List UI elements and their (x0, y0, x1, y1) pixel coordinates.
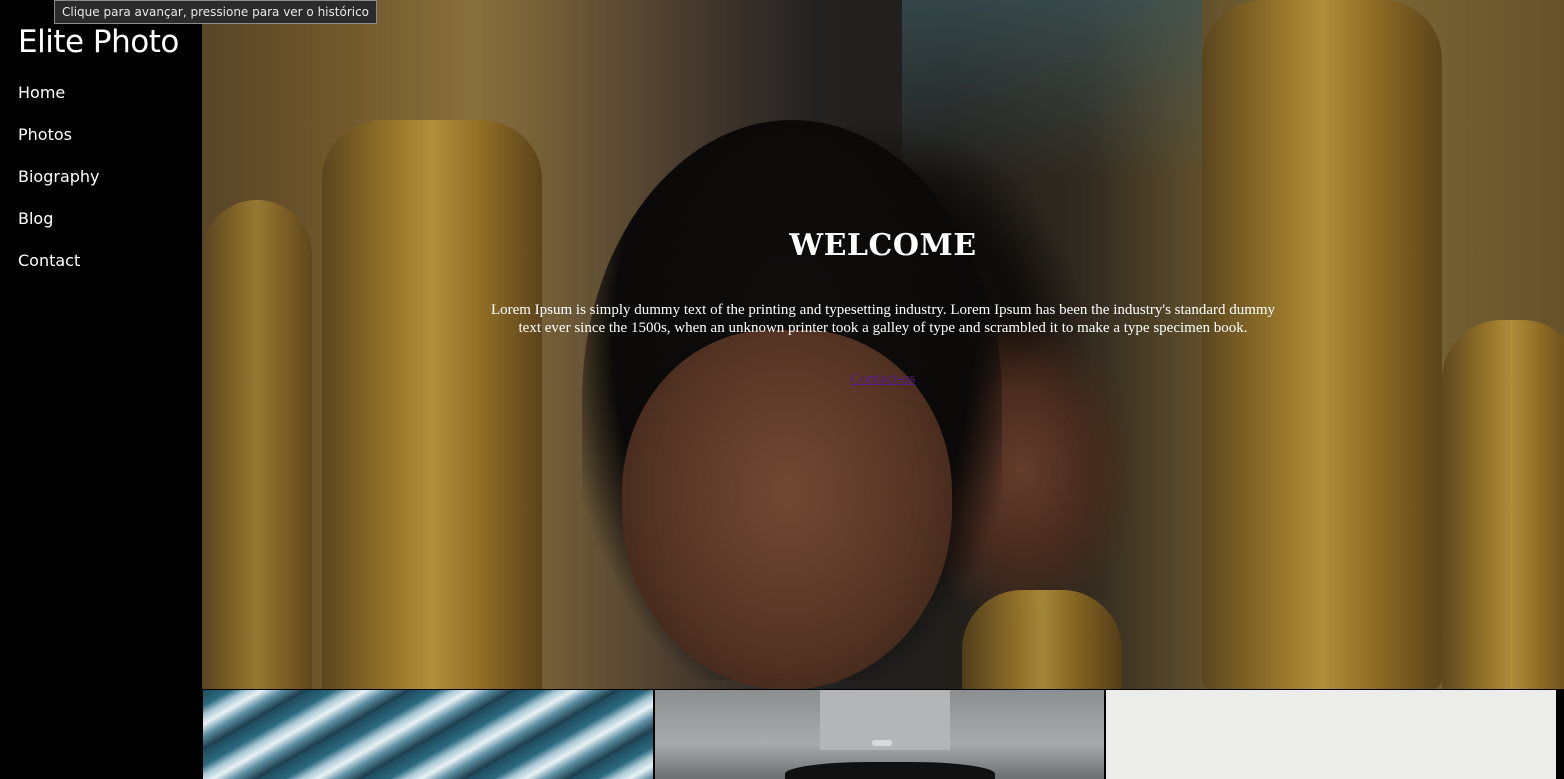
sidebar: Elite Photo Home Photos Biography Blog C… (0, 0, 202, 779)
sidebar-item-home: Home (18, 82, 100, 124)
nav-link-blog[interactable]: Blog (18, 209, 53, 228)
hero-section: WELCOME Lorem Ipsum is simply dummy text… (202, 0, 1564, 689)
contact-us-link[interactable]: Contact-us (851, 371, 916, 387)
sidebar-item-contact: Contact (18, 250, 100, 292)
site-brand[interactable]: Elite Photo (18, 22, 179, 62)
gallery-thumbnail[interactable] (203, 690, 653, 779)
hero-title: WELCOME (789, 228, 977, 263)
sidebar-nav: Home Photos Biography Blog Contact (18, 82, 100, 292)
history-tooltip: Clique para avançar, pressione para ver … (54, 0, 378, 24)
sidebar-item-blog: Blog (18, 208, 100, 250)
hero-description: Lorem Ipsum is simply dummy text of the … (490, 302, 1276, 336)
nav-link-contact[interactable]: Contact (18, 251, 80, 270)
nav-link-photos[interactable]: Photos (18, 125, 72, 144)
hero-overlay (202, 0, 1564, 689)
nav-link-home[interactable]: Home (18, 83, 65, 102)
sidebar-item-biography: Biography (18, 166, 100, 208)
thumbnail-pendant (872, 740, 892, 746)
nav-link-biography[interactable]: Biography (18, 167, 100, 186)
gallery-thumbnail[interactable] (655, 690, 1104, 779)
hero-contact-link-wrap: Contact-us (202, 371, 1564, 388)
thumbnail-shirt (785, 762, 995, 779)
gallery-thumbnail[interactable] (1106, 690, 1556, 779)
sidebar-item-photos: Photos (18, 124, 100, 166)
gallery-edge (1556, 690, 1564, 779)
